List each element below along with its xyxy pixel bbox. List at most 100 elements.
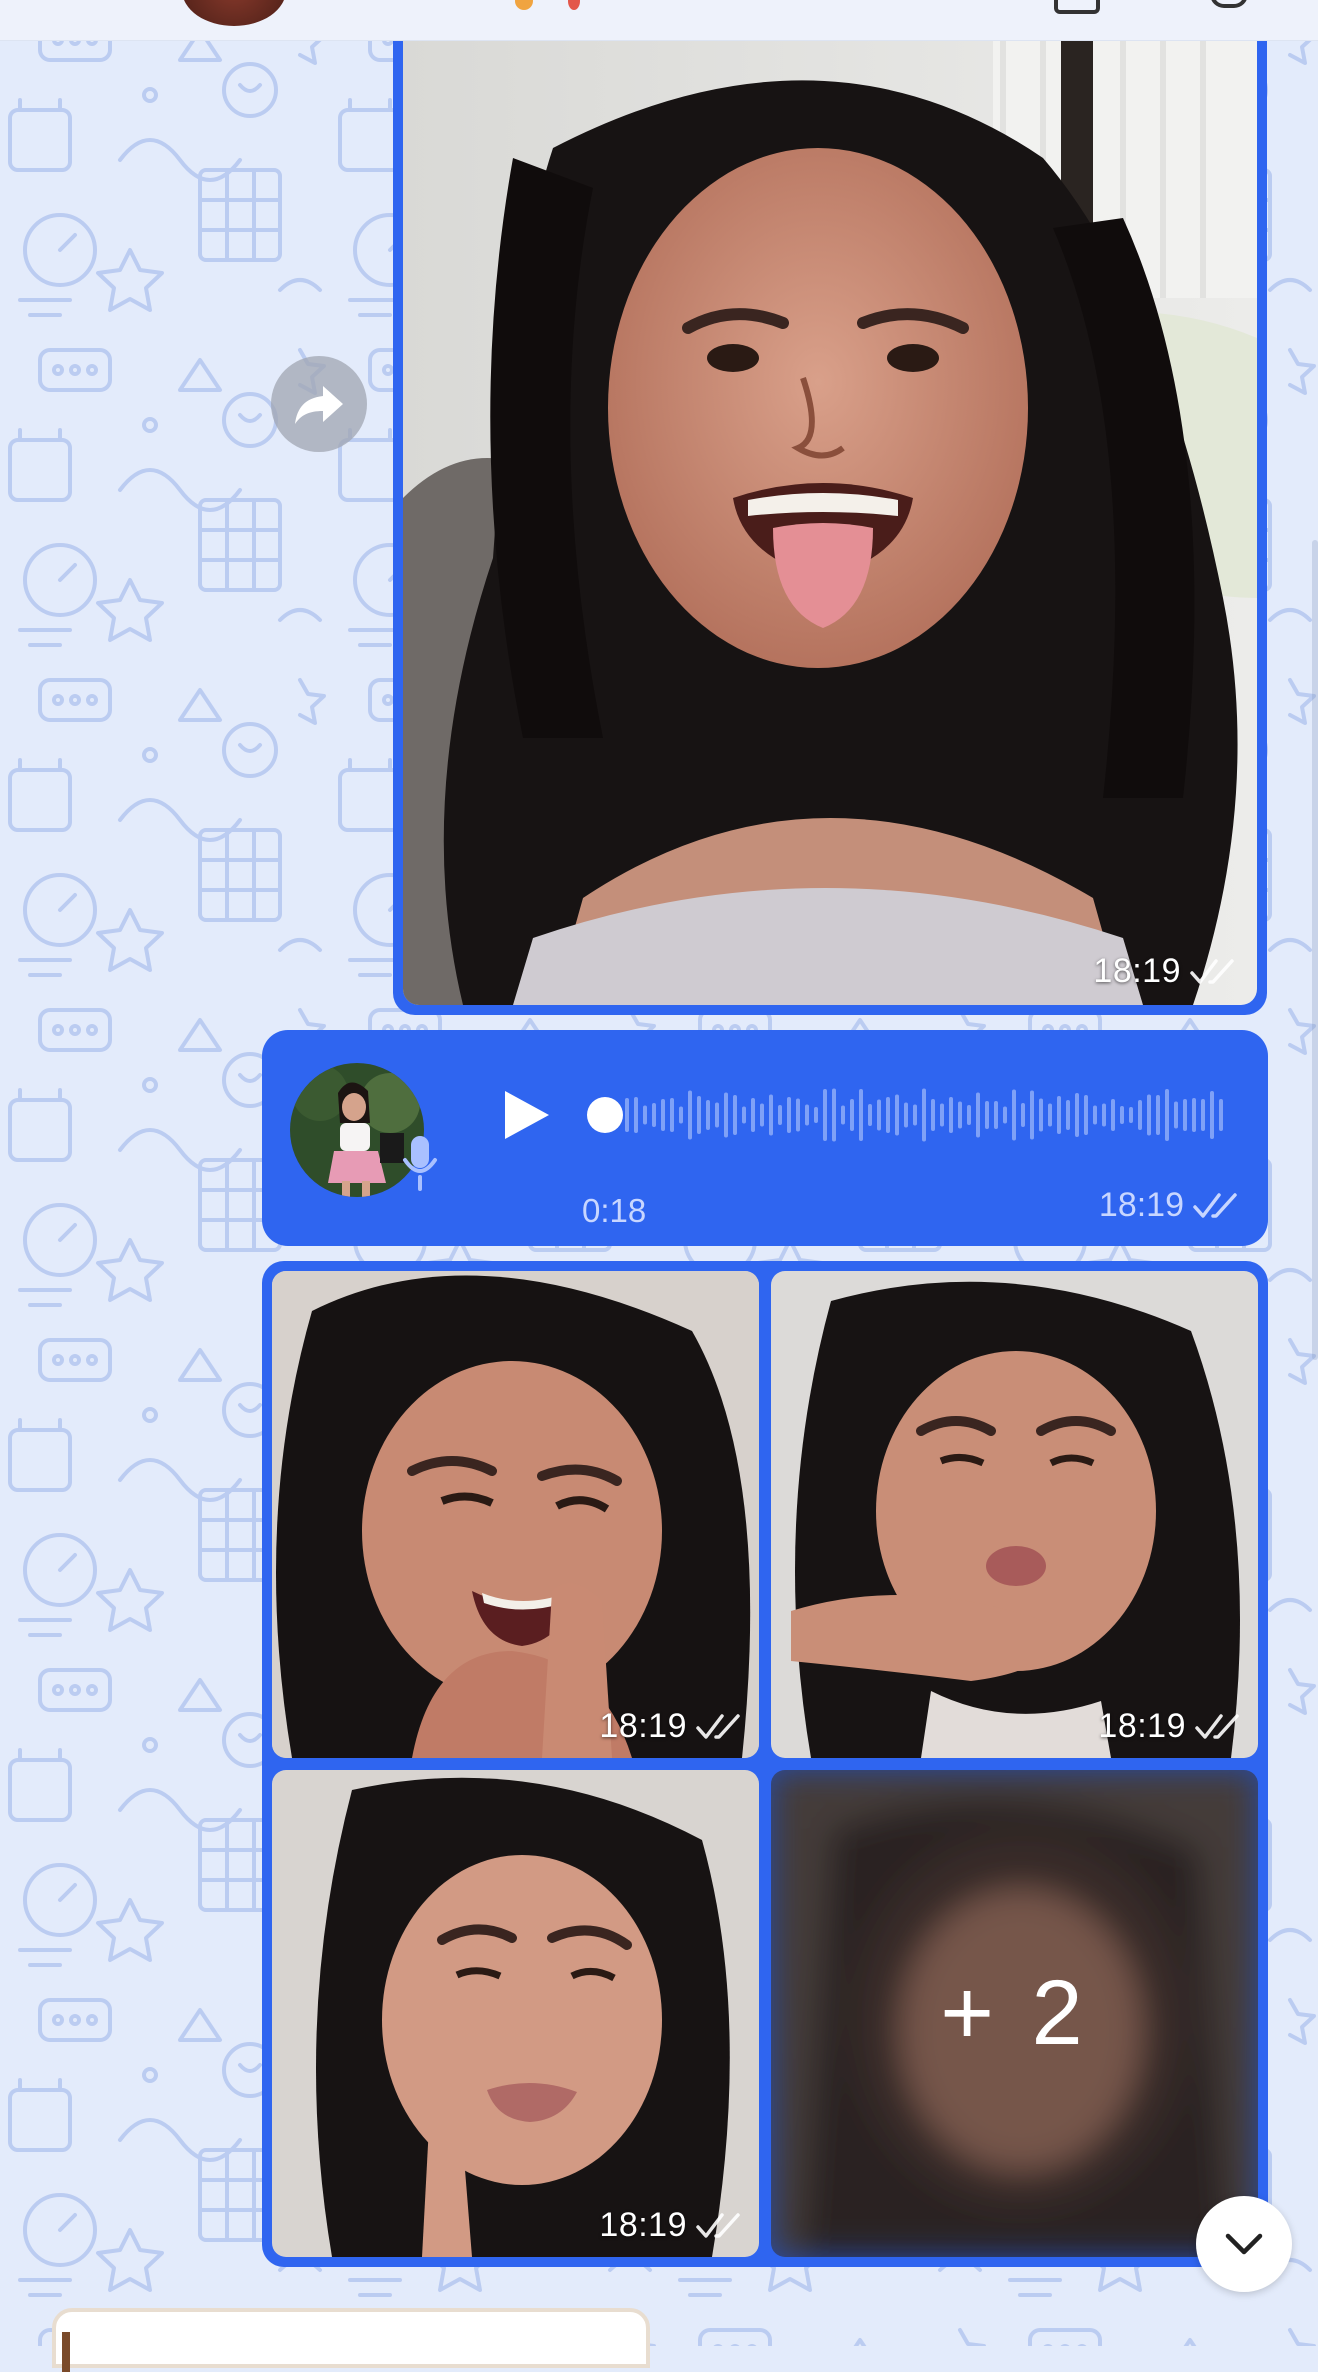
- chat-header: [0, 0, 1318, 41]
- waveform-bar: [679, 1106, 683, 1124]
- waveform-bar: [976, 1092, 980, 1138]
- waveform-bar: [724, 1092, 728, 1138]
- waveform-bar: [1165, 1089, 1169, 1141]
- phone-call-icon[interactable]: [1210, 0, 1248, 8]
- waveform-bar: [1048, 1103, 1052, 1127]
- waveform-bar: [895, 1094, 899, 1136]
- chevron-down-icon: [1225, 2233, 1263, 2255]
- play-icon: [505, 1091, 549, 1139]
- voice-message[interactable]: 0:18 18:19: [262, 1030, 1268, 1246]
- message-photo[interactable]: 18:19: [403, 38, 1257, 1005]
- waveform-bar: [958, 1101, 962, 1129]
- waveform-bar: [760, 1103, 764, 1127]
- waveform-bar: [913, 1104, 917, 1126]
- waveform-bar: [1093, 1105, 1097, 1125]
- waveform-bar: [940, 1103, 944, 1127]
- waveform-bar: [823, 1089, 827, 1141]
- waveform-bar: [931, 1099, 935, 1131]
- waveform-bar: [1156, 1095, 1160, 1135]
- waveform-bar: [1102, 1103, 1106, 1127]
- message-time: 18:19: [599, 1707, 745, 1746]
- waveform-bar: [1120, 1106, 1124, 1124]
- waveform-bar: [1012, 1089, 1016, 1141]
- album-more-photos[interactable]: + 2: [771, 1770, 1258, 2257]
- waveform-bar: [778, 1105, 782, 1125]
- waveform-bar: [850, 1099, 854, 1131]
- waveform-bar: [652, 1103, 656, 1127]
- waveform-bar: [625, 1098, 629, 1132]
- waveform-bar: [886, 1097, 890, 1133]
- play-button[interactable]: [495, 1085, 555, 1145]
- waveform-bar: [1075, 1093, 1079, 1137]
- message-time: 18:19: [1093, 952, 1239, 991]
- waveform-playhead: [587, 1097, 623, 1133]
- double-check-icon: [1195, 1713, 1239, 1739]
- media-edge: [62, 2332, 70, 2372]
- scrollbar[interactable]: [1312, 540, 1318, 1360]
- waveform-bar: [1192, 1098, 1196, 1132]
- message-time: 18:19: [599, 2206, 745, 2245]
- waveform-bar: [859, 1089, 863, 1141]
- waveform-bar: [1084, 1095, 1088, 1135]
- waveform-bar: [1183, 1099, 1187, 1131]
- waveform-bar: [634, 1097, 638, 1133]
- waveform-bar: [661, 1099, 665, 1131]
- waveform-bar: [1201, 1099, 1205, 1131]
- waveform-bar: [1030, 1090, 1034, 1140]
- double-check-icon: [1190, 958, 1234, 984]
- photo-album-message[interactable]: 18:19 18:19 18:19 + 2: [262, 1261, 1268, 2267]
- waveform-bar: [877, 1099, 881, 1131]
- waveform-bar: [1057, 1096, 1061, 1134]
- waveform-bar: [1210, 1091, 1214, 1139]
- album-photo[interactable]: 18:19: [771, 1271, 1258, 1758]
- waveform-bar: [985, 1101, 989, 1129]
- waveform-bar: [1219, 1099, 1223, 1131]
- waveform-bar: [787, 1097, 791, 1133]
- waveform-bar: [922, 1088, 926, 1142]
- waveform-bar: [868, 1104, 872, 1126]
- album-photo[interactable]: 18:19: [272, 1770, 759, 2257]
- waveform-bar: [1003, 1106, 1007, 1124]
- message-time: 18:19: [1098, 1707, 1244, 1746]
- waveform-bar: [742, 1106, 746, 1124]
- scroll-down-button[interactable]: [1196, 2196, 1292, 2292]
- photo-message[interactable]: 18:19: [393, 38, 1267, 1015]
- microphone-icon: [403, 1136, 437, 1191]
- waveform-bar: [949, 1097, 953, 1133]
- status-emoji-icon: [568, 0, 580, 10]
- waveform-bar: [643, 1105, 647, 1125]
- waveform-bar: [1039, 1098, 1043, 1132]
- waveform-bar: [715, 1102, 719, 1128]
- voice-waveform[interactable]: [587, 1085, 1227, 1145]
- album-photo[interactable]: 18:19: [272, 1271, 759, 1758]
- waveform-bar: [796, 1098, 800, 1132]
- waveform-bar: [1066, 1100, 1070, 1130]
- waveform-bar: [751, 1098, 755, 1132]
- waveform-bar: [832, 1088, 836, 1142]
- waveform-bar: [967, 1105, 971, 1125]
- waveform-bar: [688, 1090, 692, 1140]
- message-time: 18:19: [1099, 1186, 1242, 1225]
- waveform-bar: [769, 1094, 773, 1136]
- double-check-icon: [1193, 1192, 1237, 1218]
- video-call-icon[interactable]: [1054, 0, 1100, 14]
- waveform-bar: [670, 1098, 674, 1132]
- waveform-bar: [697, 1096, 701, 1134]
- waveform-bar: [814, 1107, 818, 1123]
- contact-avatar[interactable]: [182, 0, 286, 26]
- double-check-icon: [696, 2212, 740, 2238]
- share-button[interactable]: [271, 356, 367, 452]
- waveform-bar: [706, 1100, 710, 1130]
- waveform-bar: [1021, 1103, 1025, 1127]
- waveform-bar: [994, 1101, 998, 1129]
- more-photos-count: + 2: [771, 1770, 1258, 2257]
- voice-duration: 0:18: [582, 1192, 647, 1229]
- double-check-icon: [696, 1713, 740, 1739]
- next-message-preview[interactable]: [52, 2308, 650, 2372]
- share-arrow-icon: [295, 386, 343, 424]
- waveform-bar: [1174, 1101, 1178, 1129]
- status-emoji-icon: [515, 0, 533, 10]
- waveform-bar: [805, 1104, 809, 1126]
- waveform-bar: [904, 1102, 908, 1128]
- waveform-bar: [1111, 1099, 1115, 1131]
